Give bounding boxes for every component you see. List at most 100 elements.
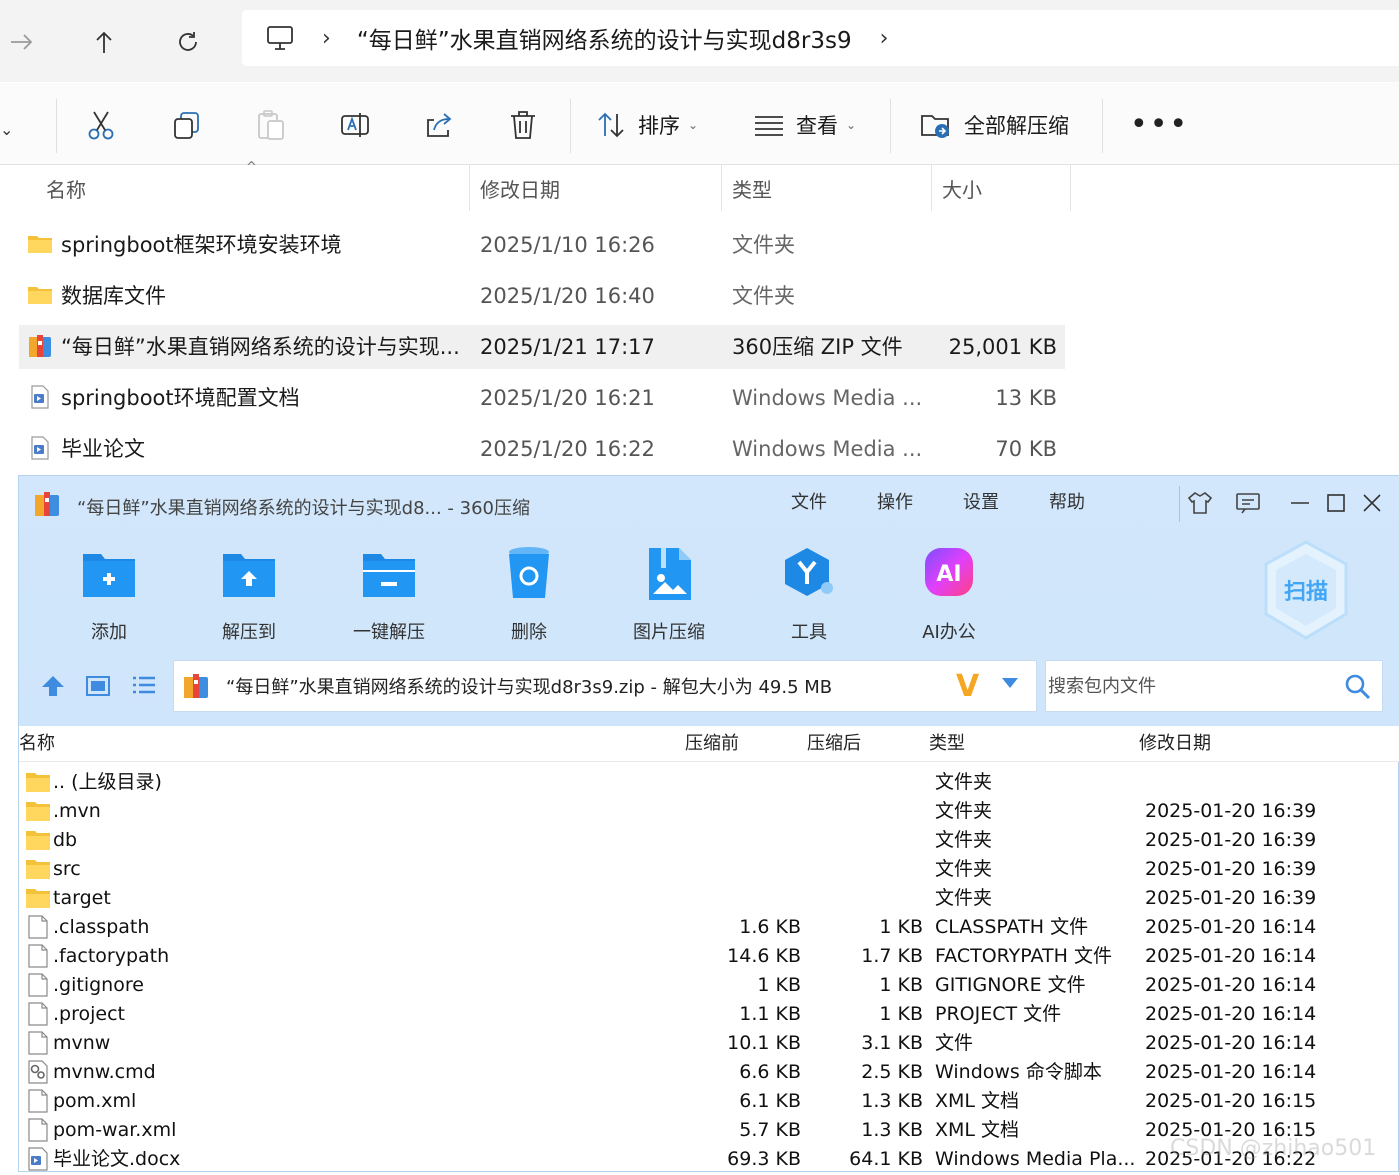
feedback-button[interactable] xyxy=(1233,488,1263,518)
table-row[interactable]: .gitignore 1 KB 1 KB GITIGNORE 文件 2025-01-20… xyxy=(19,971,1399,1000)
item-date: 2025/1/10 16:26 xyxy=(480,233,655,257)
column-after-size[interactable]: 压缩后 xyxy=(807,726,861,762)
item-type: Windows Media ... xyxy=(732,437,923,461)
search-icon[interactable] xyxy=(1344,673,1372,705)
skin-button[interactable] xyxy=(1185,488,1215,518)
sort-button[interactable]: 排序 ⌄ xyxy=(596,105,698,145)
table-row[interactable]: src 文件夹 2025-01-20 16:39 xyxy=(19,855,1399,884)
cell-after-size xyxy=(809,855,923,884)
cell-before-size xyxy=(679,797,801,826)
add-button[interactable]: 添加 xyxy=(49,544,169,643)
sort-arrows-icon xyxy=(598,112,624,138)
up-level-button[interactable] xyxy=(39,674,67,702)
table-row[interactable]: .. (上级目录) 文件夹 xyxy=(19,768,1399,797)
close-button[interactable] xyxy=(1357,488,1387,518)
cell-name: mvnw xyxy=(53,1032,111,1054)
more-options-button[interactable]: ••• xyxy=(1130,105,1189,145)
cell-before-size xyxy=(679,768,801,797)
menu-file[interactable]: 文件 xyxy=(791,488,827,514)
one-click-extract-button[interactable]: 一键解压 xyxy=(329,544,449,643)
column-modified[interactable]: 修改日期 xyxy=(480,165,560,211)
dropdown-arrow-icon[interactable] xyxy=(1000,675,1020,694)
maximize-button[interactable] xyxy=(1321,488,1351,518)
item-name: springboot框架环境安装环境 xyxy=(61,233,342,257)
cut-button[interactable] xyxy=(86,105,116,145)
view-button[interactable]: 查看 ⌄ xyxy=(754,105,856,145)
table-row[interactable]: pom.xml 6.1 KB 1.3 KB XML 文档 2025-01-20 16:1… xyxy=(19,1087,1399,1116)
table-row[interactable]: .mvn 文件夹 2025-01-20 16:39 xyxy=(19,797,1399,826)
item-type: 360压缩 ZIP 文件 xyxy=(732,335,903,359)
menu-help[interactable]: 帮助 xyxy=(1049,488,1085,514)
table-row[interactable]: .factorypath 14.6 KB 1.7 KB FACTORYPATH 文件 2… xyxy=(19,942,1399,971)
item-name: “每日鲜”水果直销网络系统的设计与实现... xyxy=(61,335,460,359)
extract-to-button[interactable]: 解压到 xyxy=(189,544,309,643)
minimize-button[interactable] xyxy=(1285,488,1315,518)
table-row[interactable]: .project 1.1 KB 1 KB PROJECT 文件 2025-01-20 1… xyxy=(19,1000,1399,1029)
cell-type: 文件夹 xyxy=(935,800,993,822)
address-box[interactable]: › “每日鲜”水果直销网络系统的设计与实现d8r3s9 › xyxy=(242,10,1399,66)
item-size: 70 KB xyxy=(995,437,1057,461)
ai-office-button[interactable]: AI AI办公 xyxy=(889,544,1009,643)
forward-button[interactable] xyxy=(2,22,42,62)
tools-button[interactable]: 工具 xyxy=(749,544,869,643)
table-row[interactable]: mvnw.cmd 6.6 KB 2.5 KB Windows 命令脚本 2025-01-… xyxy=(19,1058,1399,1087)
column-modified-date[interactable]: 修改日期 xyxy=(1139,726,1211,762)
breadcrumb-expand-chevron-icon[interactable]: › xyxy=(880,26,889,51)
extract-all-button[interactable]: 全部解压缩 xyxy=(920,105,1069,145)
cell-type: Windows 命令脚本 xyxy=(935,1061,1102,1083)
folder-icon xyxy=(28,287,52,304)
thumbnail-view-button[interactable] xyxy=(85,674,111,702)
divider xyxy=(1070,165,1071,211)
delete-bin-icon xyxy=(509,547,549,598)
cell-date: 2025-01-20 16:39 xyxy=(1145,887,1317,909)
cell-name: pom.xml xyxy=(53,1090,137,1112)
folder-icon xyxy=(25,886,51,910)
cell-before-size: 10.1 KB xyxy=(727,1032,801,1054)
cell-type: PROJECT 文件 xyxy=(935,1003,1062,1025)
menu-settings[interactable]: 设置 xyxy=(963,488,999,514)
rename-button[interactable] xyxy=(340,105,370,145)
file-icon xyxy=(25,944,51,968)
copy-button[interactable] xyxy=(172,105,202,145)
item-name: 数据库文件 xyxy=(61,284,166,308)
cell-after-size: 1 KB xyxy=(879,974,923,996)
archive-search-box[interactable] xyxy=(1045,660,1383,712)
breadcrumb-current-folder[interactable]: “每日鲜”水果直销网络系统的设计与实现d8r3s9 xyxy=(357,21,852,55)
up-button[interactable] xyxy=(84,22,124,62)
table-row[interactable]: mvnw 10.1 KB 3.1 KB 文件 2025-01-20 16:14 xyxy=(19,1029,1399,1058)
delete-button[interactable] xyxy=(508,105,538,145)
share-button[interactable] xyxy=(424,105,454,145)
item-name: springboot环境配置文档 xyxy=(61,386,300,410)
divider xyxy=(56,99,57,153)
table-row[interactable]: db 文件夹 2025-01-20 16:39 xyxy=(19,826,1399,855)
cell-date: 2025-01-20 16:14 xyxy=(1145,916,1317,938)
paste-button[interactable] xyxy=(256,105,286,145)
column-size[interactable]: 大小 xyxy=(942,165,982,211)
column-name[interactable]: 名称 xyxy=(46,165,86,211)
column-type[interactable]: 类型 xyxy=(929,726,965,762)
search-input[interactable] xyxy=(1048,675,1328,697)
new-button-partial[interactable]: ⌄ xyxy=(0,109,13,149)
menu-operation[interactable]: 操作 xyxy=(877,488,913,514)
list-item[interactable]: springboot框架环境安装环境 2025/1/10 16:26 文件夹 xyxy=(19,223,1065,267)
item-size: 25,001 KB xyxy=(948,335,1057,359)
column-name[interactable]: 名称 xyxy=(19,726,55,762)
image-compress-button[interactable]: 图片压缩 xyxy=(609,544,729,643)
column-before-size[interactable]: 压缩前 xyxy=(685,726,739,762)
scan-button[interactable]: 扫描 xyxy=(1261,538,1351,642)
list-item[interactable]: 毕业论文 2025/1/20 16:22 Windows Media ... 7… xyxy=(19,427,1065,471)
refresh-button[interactable] xyxy=(168,22,208,62)
list-item[interactable]: 数据库文件 2025/1/20 16:40 文件夹 xyxy=(19,274,1065,318)
list-view-button[interactable] xyxy=(131,674,157,702)
column-type[interactable]: 类型 xyxy=(732,165,772,211)
table-row[interactable]: .classpath 1.6 KB 1 KB CLASSPATH 文件 2025-01-… xyxy=(19,913,1399,942)
delete-button[interactable]: 删除 xyxy=(469,544,589,643)
tool-label: 添加 xyxy=(91,622,127,643)
list-item-selected[interactable]: “每日鲜”水果直销网络系统的设计与实现... 2025/1/21 17:17 3… xyxy=(19,325,1065,369)
cell-type: FACTORYPATH 文件 xyxy=(935,945,1112,967)
cell-type: 文件夹 xyxy=(935,829,993,851)
table-row[interactable]: target 文件夹 2025-01-20 16:39 xyxy=(19,884,1399,913)
chevron-down-icon: ⌄ xyxy=(0,119,14,139)
archive-path-field[interactable]: “每日鲜”水果直销网络系统的设计与实现d8r3s9.zip - 解包大小为 49… xyxy=(173,660,1037,712)
list-item[interactable]: springboot环境配置文档 2025/1/20 16:21 Windows… xyxy=(19,376,1065,420)
